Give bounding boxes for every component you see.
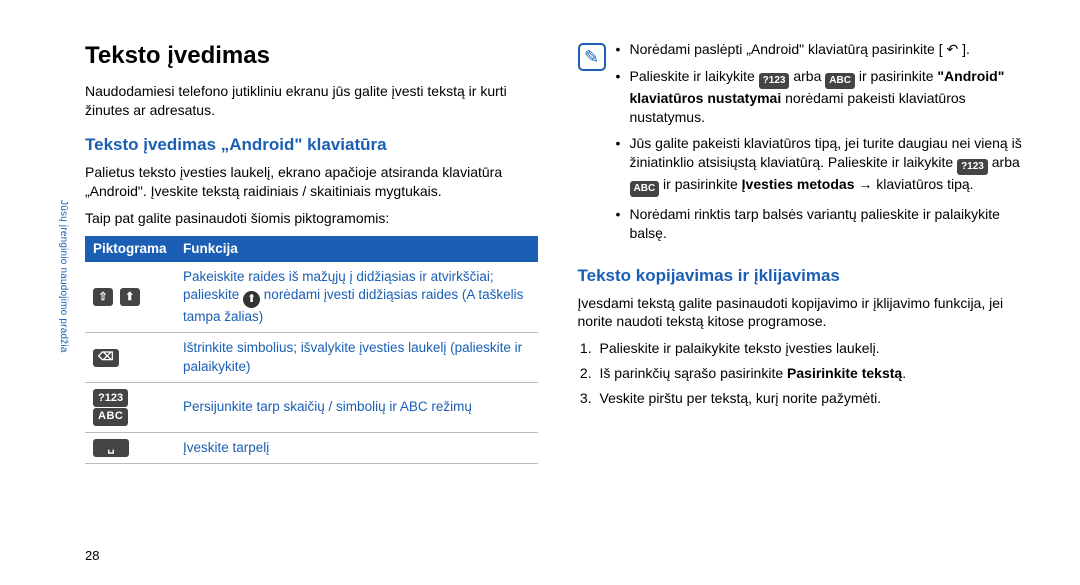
- subheading-copy-paste: Teksto kopijavimas ir įklijavimas: [578, 265, 1031, 288]
- num-icon: ?123: [93, 389, 128, 407]
- table-row: ␣ Įveskite tarpelį: [85, 432, 538, 463]
- main-heading: Teksto įvedimas: [85, 40, 538, 72]
- step-item: Veskite pirštu per tekstą, kurį norite p…: [596, 389, 1031, 408]
- step-item: Iš parinkčių sąrašo pasirinkite Pasirink…: [596, 364, 1031, 383]
- subheading-android-keyboard: Teksto įvedimas „Android" klaviatūra: [85, 134, 538, 157]
- note-icon: ✎: [578, 43, 606, 71]
- abc-inline-icon: ABC: [825, 73, 855, 89]
- list-item: Palieskite ir laikykite ?123 arba ABC ir…: [616, 67, 1031, 127]
- intro-text: Naudodamiesi telefono jutikliniu ekranu …: [85, 82, 538, 120]
- row1-desc: Pakeiskite raides iš mažųjų į didžiąsias…: [175, 262, 538, 333]
- abc-icon: ABC: [93, 408, 128, 426]
- android-desc-2: Taip pat galite pasinaudoti šiomis pikto…: [85, 209, 538, 228]
- left-column: Teksto įvedimas Naudodamiesi telefono ju…: [85, 40, 538, 565]
- steps-list: Palieskite ir palaikykite teksto įvestie…: [596, 339, 1031, 408]
- right-column: ✎ Norėdami paslėpti „Android" klaviatūrą…: [578, 40, 1031, 565]
- list-item: Norėdami rinktis tarp balsės variantų pa…: [616, 205, 1031, 243]
- step-item: Palieskite ir palaikykite teksto įvestie…: [596, 339, 1031, 358]
- space-icon: ␣: [93, 439, 129, 457]
- side-tab-label: Jūsų įrenginio naudojimo pradžia: [58, 200, 69, 353]
- list-item: Jūs galite pakeisti klaviatūros tipą, je…: [616, 134, 1031, 196]
- list-item: Norėdami paslėpti „Android" klaviatūrą p…: [616, 40, 1031, 59]
- th-pictogram: Piktograma: [85, 236, 175, 262]
- back-arrow-icon: ↶: [947, 41, 959, 57]
- copy-paste-desc: Įvesdami tekstą galite pasinaudoti kopij…: [578, 294, 1031, 332]
- shift-icon: ⇧: [93, 288, 113, 306]
- table-row: ?123 ABC Persijunkite tarp skaičių / sim…: [85, 382, 538, 432]
- row3-desc: Persijunkite tarp skaičių / simbolių ir …: [175, 382, 538, 432]
- shift-circle-icon: ⬆: [243, 291, 260, 308]
- num-inline-icon-2: ?123: [957, 159, 988, 175]
- row2-desc: Ištrinkite simbolius; išvalykite įvestie…: [175, 333, 538, 382]
- note-list: Norėdami paslėpti „Android" klaviatūrą p…: [616, 40, 1031, 251]
- num-inline-icon: ?123: [759, 73, 790, 89]
- icon-function-table: Piktograma Funkcija ⇧ ⬆ Pakeiskite raide…: [85, 236, 538, 464]
- shift-lock-icon: ⬆: [120, 288, 140, 306]
- row4-desc: Įveskite tarpelį: [175, 432, 538, 463]
- abc-inline-icon-2: ABC: [630, 181, 660, 197]
- note-block: ✎ Norėdami paslėpti „Android" klaviatūrą…: [578, 40, 1031, 251]
- table-row: ⌫ Ištrinkite simbolius; išvalykite įvest…: [85, 333, 538, 382]
- page-number: 28: [85, 548, 99, 563]
- backspace-icon: ⌫: [93, 349, 119, 367]
- page-content: Teksto įvedimas Naudodamiesi telefono ju…: [0, 0, 1080, 585]
- th-function: Funkcija: [175, 236, 538, 262]
- android-desc-1: Palietus teksto įvesties laukelį, ekrano…: [85, 163, 538, 201]
- table-row: ⇧ ⬆ Pakeiskite raides iš mažųjų į didžią…: [85, 262, 538, 333]
